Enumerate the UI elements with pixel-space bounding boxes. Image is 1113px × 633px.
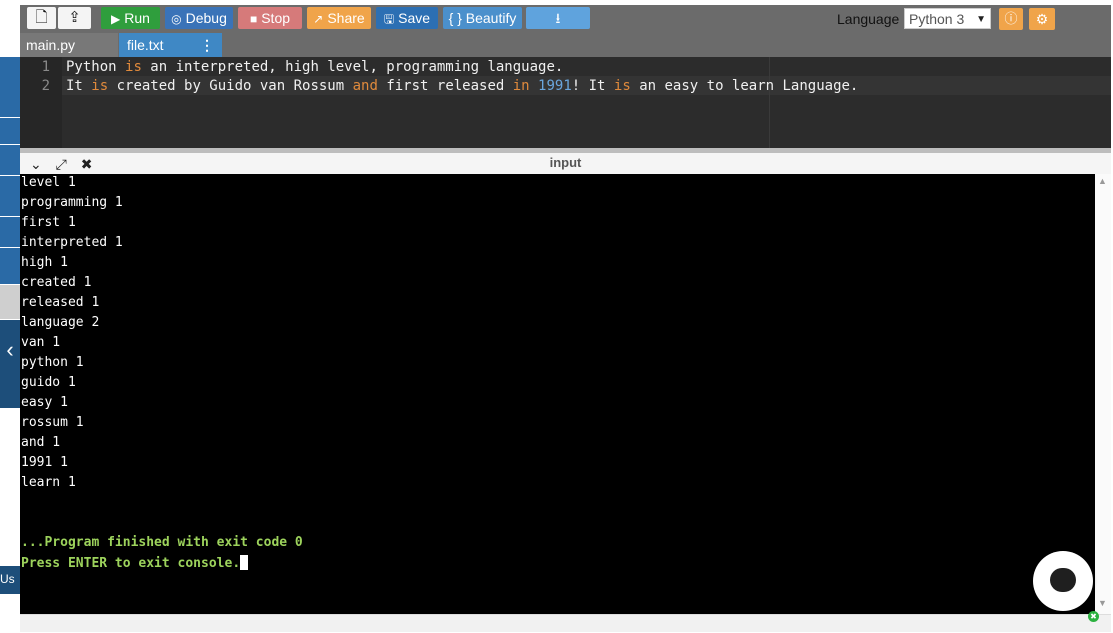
console-output[interactable]: level 1 programming 1 first 1 interprete… <box>20 174 1095 614</box>
code-editor[interactable]: 1 2 Python is an interpreted, high level… <box>20 57 1111 148</box>
stop-button[interactable]: ■ Stop <box>238 7 302 29</box>
console-line: released 1 <box>21 295 100 310</box>
dropdown-caret-icon: ▼ <box>976 14 986 25</box>
sidebar-block <box>0 248 20 284</box>
run-button[interactable]: ▶ Run <box>101 7 160 29</box>
file-icon: 🗋 <box>35 9 48 26</box>
io-panel-header: ⌄ ⤢ ✖ input <box>20 148 1111 174</box>
sidebar-block <box>0 285 20 319</box>
sidebar-toggle-button[interactable]: ‹ <box>0 320 20 408</box>
console-line: level 1 <box>21 175 76 190</box>
beautify-button[interactable]: { } Beautify <box>443 7 522 29</box>
info-icon: ⓘ <box>1004 11 1018 26</box>
console-line: created 1 <box>21 275 92 290</box>
sidebar-us-link[interactable]: Us <box>0 566 20 594</box>
file-tabs: main.py file.txt ⋮ <box>20 33 1111 57</box>
gear-icon: ⚙ <box>1035 11 1049 27</box>
tab-menu-icon[interactable]: ⋮ <box>200 33 214 57</box>
console-line: guido 1 <box>21 375 76 390</box>
sidebar-block <box>0 145 20 175</box>
language-label: Language <box>837 11 900 27</box>
language-select[interactable]: Python 3 ▼ <box>904 8 991 29</box>
bottom-bar <box>20 614 1111 632</box>
code-line-1: Python is an interpreted, high level, pr… <box>66 59 564 75</box>
tab-main-py[interactable]: main.py <box>20 33 118 57</box>
press-enter-line: Press ENTER to exit console. <box>21 555 249 571</box>
download-icon: ⭳ <box>555 10 561 26</box>
print-margin <box>769 57 770 148</box>
sidebar-block <box>0 176 20 216</box>
upload-icon: ⇪ <box>68 9 81 26</box>
chat-widget-button[interactable] <box>1033 551 1093 611</box>
console-line: rossum 1 <box>21 415 84 430</box>
console-line: easy 1 <box>21 395 68 410</box>
console-line: and 1 <box>21 435 61 450</box>
line-number: 2 <box>41 78 50 94</box>
chevron-left-icon: ‹ <box>6 337 14 362</box>
new-file-button[interactable]: 🗋 <box>27 7 56 29</box>
save-icon: 🖫 <box>383 12 395 26</box>
console-line: interpreted 1 <box>21 235 123 250</box>
code-line-2: It is created by Guido van Rossum and fi… <box>66 78 859 94</box>
io-panel-title: input <box>549 155 582 170</box>
console-line: language 2 <box>21 315 100 330</box>
debug-button[interactable]: ◎ Debug <box>165 7 233 29</box>
scroll-up-icon[interactable]: ▲ <box>1098 176 1107 186</box>
console-line: high 1 <box>21 255 68 270</box>
console-line: first 1 <box>21 215 76 230</box>
console-line: 1991 1 <box>21 455 68 470</box>
share-button[interactable]: ↗ Share <box>307 7 371 29</box>
toolbar: 🗋 ⇪ ▶ Run ◎ Debug ■ Stop ↗ Share 🖫 Save { } B… <box>20 5 1111 33</box>
stop-icon: ■ <box>249 12 258 26</box>
sidebar-block <box>0 217 20 247</box>
console-cursor <box>240 555 249 570</box>
console-line: van 1 <box>21 335 61 350</box>
download-button[interactable]: ⭳ <box>526 7 590 29</box>
debug-icon: ◎ <box>171 12 182 26</box>
exit-status-line: ...Program finished with exit code 0 <box>21 535 303 550</box>
play-icon: ▶ <box>111 12 121 26</box>
console-line: learn 1 <box>21 475 76 490</box>
online-status-icon: ✖ <box>1088 611 1099 622</box>
upload-button[interactable]: ⇪ <box>58 7 91 29</box>
console-scrollbar[interactable]: ▲ ▼ <box>1095 174 1111 614</box>
line-gutter: 1 2 <box>20 57 62 148</box>
settings-button[interactable]: ⚙ <box>1029 8 1055 30</box>
sidebar-block <box>0 118 20 144</box>
chat-bubble-icon <box>1050 568 1076 592</box>
scroll-down-icon[interactable]: ▼ <box>1098 598 1107 608</box>
sidebar-block <box>0 57 20 117</box>
left-sidebar: ‹ Us <box>0 0 20 633</box>
share-icon: ↗ <box>313 12 324 26</box>
info-button[interactable]: ⓘ <box>999 8 1023 30</box>
line-number: 1 <box>41 59 50 75</box>
console-line: python 1 <box>21 355 84 370</box>
console-line: programming 1 <box>21 195 123 210</box>
save-button[interactable]: 🖫 Save <box>376 7 438 29</box>
tab-file-txt[interactable]: file.txt ⋮ <box>119 33 222 57</box>
